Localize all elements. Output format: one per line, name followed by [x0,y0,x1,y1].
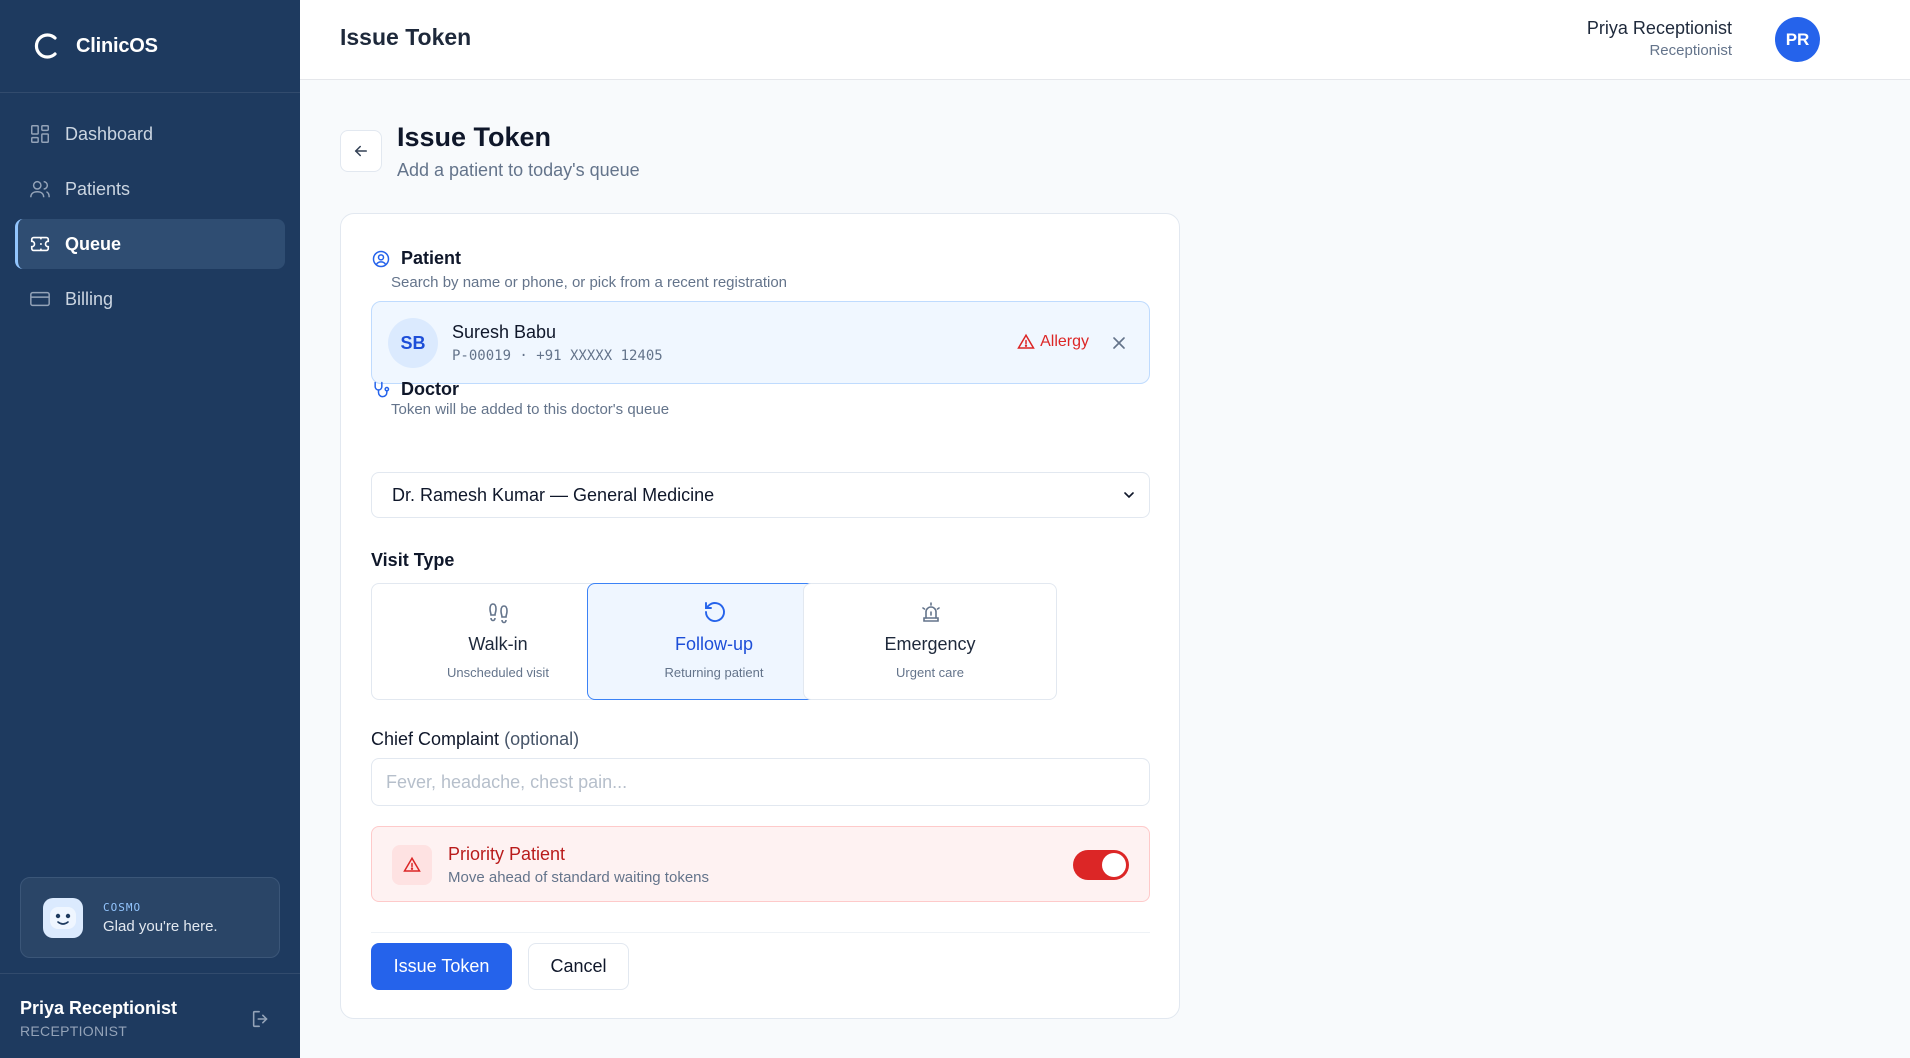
patient-name: Suresh Babu [452,322,557,342]
user-role: Receptionist [1649,42,1732,59]
credit-card-icon [30,291,50,307]
robot-face-icon [43,897,83,938]
ticket-icon [30,236,50,252]
page-title: Issue Token [397,122,552,152]
chief-complaint-label: Chief Complaint (optional) [371,729,579,750]
footsteps-icon [489,603,508,624]
sidebar-item-dashboard[interactable]: Dashboard [15,109,285,159]
sidebar-item-label: Queue [65,233,122,254]
chief-complaint-input[interactable] [371,758,1150,806]
doctor-section-title: Doctor [401,379,459,399]
assistant-card[interactable]: COSMO Glad you're here. [20,877,280,958]
patient-section-title: Patient [401,248,462,268]
visit-type-desc: Urgent care [896,665,964,680]
sidebar-item-label: Dashboard [65,123,154,144]
user-menu[interactable]: Priya Receptionist Receptionist [1587,18,1732,59]
back-button[interactable] [340,130,382,172]
doctor-section-description: Token will be added to this doctor's que… [391,401,670,418]
sidebar-item-billing[interactable]: Billing [15,274,285,324]
allergy-label: Allergy [1040,333,1089,350]
topbar-title: Issue Token [340,24,472,50]
patient-avatar: SB [388,318,438,368]
sidebar-item-patients[interactable]: Patients [15,164,285,214]
sidebar-item-label: Billing [65,288,114,309]
visit-type-label: Visit Type [371,550,455,570]
sidebar-item-queue[interactable]: Queue [15,219,285,269]
warning-triangle-icon [1017,333,1035,349]
topbar: Issue Token Priya Receptionist Reception… [300,0,1910,80]
patient-section-header: Patient [371,248,461,269]
sidebar-nav: Dashboard Patients Queue Billing [0,93,300,345]
rotate-ccw-icon [705,602,725,622]
user-circle-icon [372,250,390,267]
patient-id-phone: P-00019 · +91 XXXXX 12405 [452,348,663,364]
doctor-select[interactable]: Dr. Ramesh Kumar — General Medicine [371,472,1150,518]
chevron-down-icon [1124,492,1134,499]
sidebar-item-label: Patients [65,178,131,199]
assistant-message: Glad you're here. [103,917,218,935]
chief-complaint-label-text: Chief Complaint [371,729,500,749]
close-icon[interactable] [1109,333,1129,353]
allergy-badge: Allergy [1017,333,1089,351]
sidebar-user: Priya Receptionist RECEPTIONIST [0,973,300,1058]
dashboard-icon [31,125,49,143]
doctor-selected-value: Dr. Ramesh Kumar — General Medicine [392,484,715,505]
assistant-name: COSMO [103,900,142,914]
patient-section-description: Search by name or phone, or pick from a … [391,274,788,291]
logout-icon[interactable] [250,1008,272,1030]
divider [371,932,1150,933]
issue-token-button[interactable]: Issue Token [371,943,512,990]
sidebar: ClinicOS Dashboard Patients Queue Billin… [0,0,300,1058]
sidebar-user-role: RECEPTIONIST [20,1023,128,1039]
sidebar-user-name: Priya Receptionist [20,998,178,1018]
visit-type-name: Emergency [884,634,976,654]
avatar[interactable]: PR [1775,17,1820,62]
page-subtitle: Add a patient to today's queue [397,160,640,180]
priority-title: Priority Patient [448,844,566,864]
siren-icon [922,602,940,622]
clinicos-logo-icon [34,33,57,59]
arrow-left-icon [354,145,367,157]
users-icon [30,180,50,198]
alert-triangle-icon [392,845,432,885]
issue-token-form: Patient Search by name or phone, or pick… [340,213,1180,1019]
app-name: ClinicOS [76,34,158,57]
stethoscope-icon [374,381,390,397]
priority-patient-panel: Priority Patient Move ahead of standard … [371,826,1150,902]
brand[interactable]: ClinicOS [0,0,300,93]
selected-patient[interactable]: SB Suresh Babu P-00019 · +91 XXXXX 12405… [371,301,1150,384]
doctor-section-header: Doctor [371,379,459,400]
priority-toggle[interactable] [1073,850,1129,880]
cancel-button[interactable]: Cancel [528,943,629,990]
optional-hint: (optional) [504,729,580,749]
user-name: Priya Receptionist [1586,18,1732,38]
priority-description: Move ahead of standard waiting tokens [448,869,709,886]
visit-type-emergency[interactable]: Emergency Urgent care [803,583,1057,700]
toggle-knob [1102,853,1126,877]
